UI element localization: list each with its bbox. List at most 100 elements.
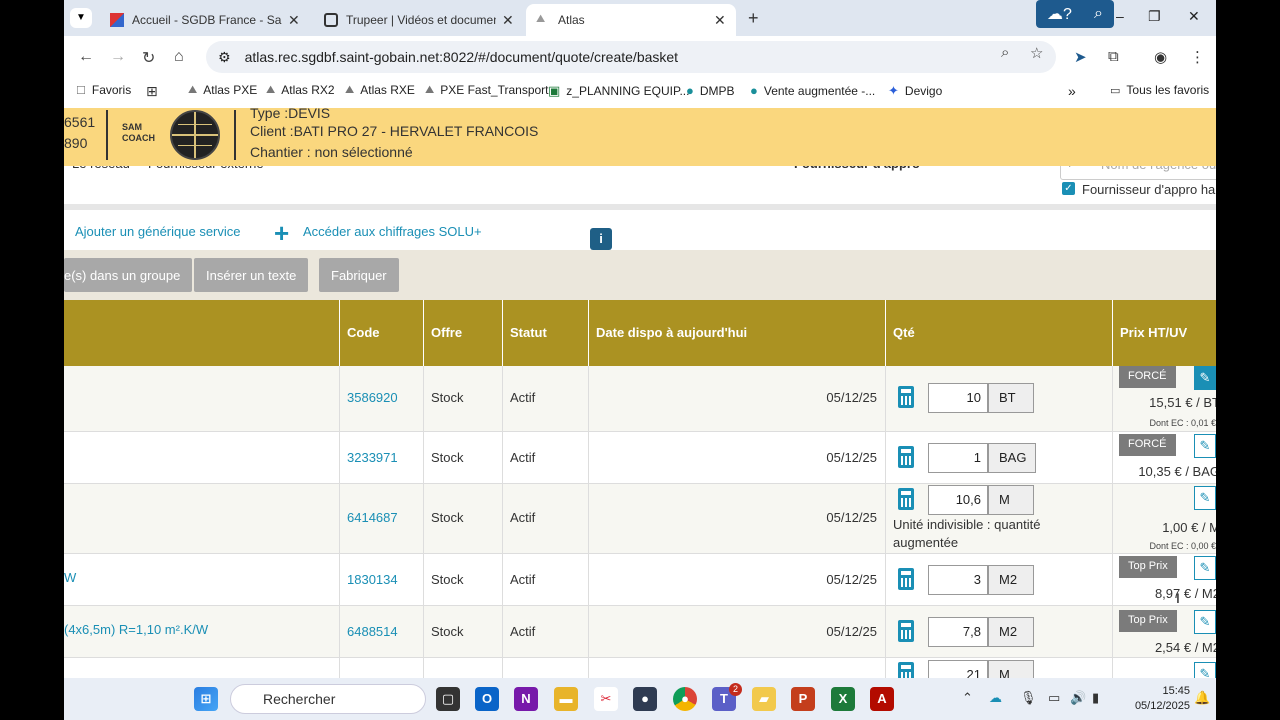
reload-icon[interactable]: ↻ <box>142 48 155 68</box>
microphone-icon[interactable]: 🎙 <box>1020 690 1037 706</box>
forward-icon[interactable]: → <box>110 48 126 66</box>
calculator-icon[interactable] <box>898 568 914 590</box>
tab-atlas[interactable]: ⛰ Atlas ✕ <box>526 4 736 36</box>
edit-pencil-icon[interactable]: ✎ <box>1194 662 1216 678</box>
insert-text-button[interactable]: Insérer un texte <box>194 258 309 292</box>
edit-pencil-icon[interactable]: ✎ <box>1194 434 1216 458</box>
product-code-link[interactable]: 6488514 <box>347 624 398 639</box>
close-window-button[interactable]: ✕ <box>1188 8 1200 25</box>
chevron-up-icon[interactable]: ⌃ <box>962 690 973 706</box>
calculator-icon[interactable] <box>898 620 914 642</box>
solu-quotes-link[interactable]: Accéder aux chiffrages SOLU+ <box>303 224 482 239</box>
product-code-link[interactable]: 3586920 <box>347 390 398 405</box>
restore-button[interactable]: ❐ <box>1148 8 1161 25</box>
home-icon[interactable]: ⌂ <box>174 48 184 66</box>
edit-pencil-icon[interactable]: ✎ <box>1194 366 1216 390</box>
bookmark-pxe-fast[interactable]: ⛰ PXE Fast_Transport <box>425 83 549 97</box>
bookmark-atlas-rx2[interactable]: ⛰ Atlas RX2 <box>266 83 335 97</box>
calculator-icon[interactable] <box>898 446 914 468</box>
product-designation-link[interactable]: W <box>64 570 76 585</box>
table-row[interactable]: 3233971 Stock Actif 05/12/25 1 BAG FORCÉ… <box>64 432 1216 484</box>
zoom-icon[interactable]: ⌕ <box>1001 44 1009 61</box>
back-icon[interactable]: ← <box>78 48 94 66</box>
all-bookmarks[interactable]: ▭ Tous les favoris <box>1110 83 1209 97</box>
onenote-icon[interactable]: N <box>514 687 538 711</box>
volume-icon[interactable]: 🔊 <box>1070 690 1086 706</box>
calculator-icon[interactable] <box>898 488 914 510</box>
more-bookmarks-button[interactable]: » <box>1068 83 1076 99</box>
fabriquer-button[interactable]: Fabriquer <box>319 258 399 292</box>
outlook-icon[interactable]: O <box>475 687 499 711</box>
unit-select[interactable]: M2 <box>988 617 1034 647</box>
url-text[interactable]: atlas.rec.sgdbf.saint-gobain.net:8022/#/… <box>245 49 679 65</box>
sticky-notes-icon[interactable]: ▰ <box>752 687 776 711</box>
bookmark-devigo[interactable]: ✦ Devigo <box>888 83 942 99</box>
quantity-input[interactable]: 3 <box>928 565 988 595</box>
menu-icon[interactable]: ⋮ <box>1190 48 1205 66</box>
edit-pencil-icon[interactable]: ✎ <box>1194 610 1216 634</box>
search-icon[interactable]: ⌕ <box>1094 5 1103 23</box>
system-clock[interactable]: 15:45 05/12/2025 <box>1120 684 1190 714</box>
bookmark-star-icon[interactable]: ☆ <box>1030 44 1043 62</box>
quantity-input[interactable]: 10 <box>928 383 988 413</box>
chrome-icon[interactable]: ● <box>673 687 697 711</box>
battery-icon[interactable]: ▮ <box>1092 690 1099 706</box>
extensions-icon[interactable]: ⧉ <box>1108 48 1119 65</box>
table-row[interactable]: (4x6,5m) R=1,10 m².K/W 6488514 Stock Act… <box>64 606 1216 658</box>
bookmark-atlas-rxe[interactable]: ⛰ Atlas RXE <box>345 83 415 97</box>
product-code-link[interactable]: 1830134 <box>347 572 398 587</box>
minimize-button[interactable]: – <box>1116 8 1124 24</box>
task-view-icon[interactable]: ▢ <box>436 687 460 711</box>
quantity-input[interactable]: 21 <box>928 660 988 678</box>
tab-accueil[interactable]: Accueil - SGDB France - Saint-G ✕ <box>100 4 310 36</box>
plus-icon[interactable]: + <box>274 218 289 249</box>
bookmark-planning[interactable]: ▣ z_PLANNING EQUIP... <box>548 83 689 99</box>
unit-select[interactable]: BAG <box>988 443 1036 473</box>
lock-app-icon[interactable]: ● <box>633 687 657 711</box>
close-icon[interactable]: ✕ <box>714 12 726 29</box>
approval-checkbox[interactable]: ✓ <box>1062 182 1075 195</box>
bookmark-vente[interactable]: ● Vente augmentée -... <box>750 83 875 98</box>
help-overlay[interactable]: ☁? ⌕ <box>1036 0 1114 28</box>
table-row[interactable]: 3586920 Stock Actif 05/12/25 10 BT FORCÉ… <box>64 366 1216 432</box>
unit-select[interactable]: BT <box>988 383 1034 413</box>
approval-checkbox-label[interactable]: Fournisseur d'appro hab <box>1082 182 1216 197</box>
network-icon[interactable]: ▭ <box>1048 690 1060 706</box>
bookmark-favoris[interactable]: ☐ Favoris <box>76 83 131 97</box>
product-code-link[interactable]: 3233971 <box>347 450 398 465</box>
calculator-icon[interactable] <box>898 662 914 678</box>
unit-select[interactable]: M <box>988 485 1034 515</box>
site-info-icon[interactable]: ⚙ <box>218 49 231 66</box>
edit-pencil-icon[interactable]: ✎ <box>1194 486 1216 510</box>
help-cloud-icon[interactable]: ☁? <box>1047 4 1072 24</box>
unit-select[interactable]: M <box>988 660 1034 678</box>
close-icon[interactable]: ✕ <box>288 12 300 29</box>
table-row[interactable]: 21 M ✎ <box>64 658 1216 678</box>
new-tab-button[interactable]: + <box>748 8 759 29</box>
apps-button[interactable]: ⊞ <box>146 83 164 100</box>
acrobat-icon[interactable]: A <box>870 687 894 711</box>
taskbar-search[interactable]: Rechercher <box>230 684 426 714</box>
file-explorer-icon[interactable]: ▬ <box>554 687 578 711</box>
edit-pencil-icon[interactable]: ✎ <box>1194 556 1216 580</box>
product-designation-link[interactable]: (4x6,5m) R=1,10 m².K/W <box>64 622 208 637</box>
omnibox[interactable]: ⚙ atlas.rec.sgdbf.saint-gobain.net:8022/… <box>206 41 1056 73</box>
group-button[interactable]: e(s) dans un groupe <box>64 258 193 292</box>
windows-start-icon[interactable]: ⊞ <box>194 687 218 711</box>
notification-bell-icon[interactable]: 🔔 <box>1194 690 1210 706</box>
snipping-tool-icon[interactable]: ✂ <box>594 687 618 711</box>
tab-search-button[interactable]: ▼ <box>70 8 92 28</box>
quantity-input[interactable]: 7,8 <box>928 617 988 647</box>
add-generic-service-link[interactable]: Ajouter un générique service <box>75 224 241 239</box>
onedrive-icon[interactable]: ☁ <box>989 690 1002 706</box>
info-icon[interactable]: i <box>590 228 612 250</box>
table-row[interactable]: W 1830134 Stock Actif 05/12/25 3 M2 Top … <box>64 554 1216 606</box>
product-code-link[interactable]: 6414687 <box>347 510 398 525</box>
quantity-input[interactable]: 10,6 <box>928 485 988 515</box>
bookmark-atlas-pxe[interactable]: ⛰ Atlas PXE <box>188 83 257 97</box>
tab-trupeer[interactable]: Trupeer | Vidéos et documents ✕ <box>314 4 524 36</box>
calculator-icon[interactable] <box>898 386 914 408</box>
profile-icon[interactable]: ◉ <box>1154 48 1167 66</box>
quantity-input[interactable]: 1 <box>928 443 988 473</box>
excel-icon[interactable]: X <box>831 687 855 711</box>
